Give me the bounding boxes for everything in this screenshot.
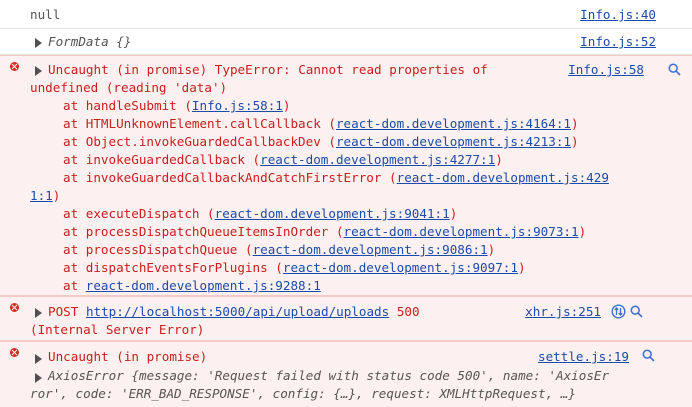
stack-frame-source-link[interactable]: react-dom.development.js:9288:1: [86, 278, 321, 293]
expand-toggle[interactable]: [35, 62, 47, 80]
stack-frame-function: at: [63, 278, 86, 293]
stack-frame-source-link[interactable]: 1:1: [30, 188, 53, 203]
expand-triangle-icon: [35, 373, 42, 383]
console-row-error-network: POST http://localhost:5000/api/upload/up…: [0, 296, 692, 341]
stack-frame-close: ): [571, 116, 579, 131]
stack-frame: at HTMLUnknownElement.callCallback (reac…: [63, 115, 579, 133]
expand-toggle[interactable]: [35, 34, 47, 52]
stack-frame-function: at invokeGuardedCallbackAndCatchFirstErr…: [63, 170, 397, 185]
error-icon: [10, 348, 19, 357]
error-header-line2: undefined (reading 'data'): [30, 80, 228, 95]
source-link[interactable]: settle.js:19: [538, 348, 629, 366]
stack-frame: at executeDispatch (react-dom.developmen…: [63, 205, 457, 223]
stack-frame-close: ): [282, 98, 291, 113]
stack-frame-close: ): [495, 152, 503, 167]
network-status-text: (Internal Server Error): [30, 322, 205, 337]
stack-frame-function: at Object.invokeGuardedCallbackDev (: [63, 134, 336, 149]
source-link[interactable]: Info.js:40: [580, 6, 656, 24]
stack-frame: at invokeGuardedCallbackAndCatchFirstErr…: [63, 169, 609, 187]
stack-frame-close: ): [517, 260, 526, 275]
stack-frame: at react-dom.development.js:9288:1: [63, 277, 321, 295]
expand-triangle-icon: [35, 354, 42, 364]
stack-frame-source-link[interactable]: react-dom.development.js:9041:1: [215, 206, 450, 221]
stack-frame: at processDispatchQueueItemsInOrder (rea…: [63, 223, 586, 241]
error-header-line1: Uncaught (in promise) TypeError: Cannot …: [48, 62, 488, 77]
network-error-line1: POST http://localhost:5000/api/upload/up…: [48, 303, 420, 321]
expand-triangle-icon: [35, 308, 42, 318]
stack-frame-source-link[interactable]: react-dom.development.js:4213:1: [336, 134, 571, 149]
error-icon: [10, 303, 19, 312]
http-status: 500: [396, 304, 420, 319]
stack-frame-function: at handleSubmit (: [63, 98, 192, 113]
stack-frame-close: ): [487, 242, 496, 257]
expand-triangle-icon: [35, 38, 42, 48]
stack-frame-source-link[interactable]: react-dom.development.js:9086:1: [253, 242, 488, 257]
stack-frame-function: at executeDispatch (: [63, 206, 215, 221]
network-request-icon[interactable]: [611, 304, 626, 319]
stack-frame-source-link[interactable]: react-dom.development.js:4277:1: [260, 152, 495, 167]
source-link[interactable]: xhr.js:251: [525, 303, 601, 321]
expand-triangle-icon: [35, 66, 42, 76]
request-url-link[interactable]: http://localhost:5000/api/upload/uploads: [86, 304, 389, 319]
stack-frame-source-link[interactable]: react-dom.development.js:429: [397, 170, 609, 185]
stack-frame-source-link[interactable]: react-dom.development.js:4164:1: [336, 116, 571, 131]
stack-frame-source-link[interactable]: react-dom.development.js:9073:1: [344, 224, 579, 239]
stack-frame-function: at dispatchEventsForPlugins (: [63, 260, 283, 275]
console-row-error-typeerror: Uncaught (in promise) TypeError: Cannot …: [0, 55, 692, 296]
stack-frame-close: ): [52, 188, 61, 203]
stack-frame-source-link[interactable]: react-dom.development.js:9097:1: [283, 260, 518, 275]
source-link[interactable]: Info.js:52: [580, 33, 656, 51]
stack-frame-function: at HTMLUnknownElement.callCallback (: [63, 116, 336, 131]
search-icon[interactable]: [642, 349, 655, 362]
axios-error-object-line1[interactable]: AxiosError {message: 'Request failed wit…: [48, 367, 609, 385]
stack-frame: 1:1): [30, 187, 60, 205]
stack-frame: at handleSubmit (Info.js:58:1): [63, 97, 291, 115]
stack-frame-source-link[interactable]: Info.js:58:1: [192, 98, 283, 113]
source-link[interactable]: Info.js:58: [568, 61, 644, 79]
stack-frame: at invokeGuardedCallback (react-dom.deve…: [63, 151, 503, 169]
http-method: POST: [48, 304, 79, 319]
log-message: null: [30, 7, 61, 22]
axios-error-object-line2[interactable]: ror', code: 'ERR_BAD_RESPONSE', config: …: [30, 385, 576, 403]
error-header: Uncaught (in promise): [48, 349, 208, 364]
console-row-log-formdata: FormData {} Info.js:52: [0, 29, 692, 55]
expand-toggle[interactable]: [35, 350, 47, 368]
stack-frame-close: ): [449, 206, 458, 221]
error-icon: [10, 62, 19, 71]
stack-frame-function: at invokeGuardedCallback (: [63, 152, 261, 167]
stack-frame: at dispatchEventsForPlugins (react-dom.d…: [63, 259, 526, 277]
stack-frame-close: ): [571, 134, 579, 149]
stack-frame-function: at processDispatchQueue (: [63, 242, 253, 257]
search-icon[interactable]: [630, 305, 643, 318]
stack-frame-close: ): [578, 224, 587, 239]
expand-toggle[interactable]: [35, 304, 47, 322]
console-row-error-axios: Uncaught (in promise) settle.js:19 Axios…: [0, 341, 692, 407]
stack-frame: at processDispatchQueue (react-dom.devel…: [63, 241, 495, 259]
search-icon[interactable]: [668, 63, 681, 76]
log-object[interactable]: FormData {}: [48, 33, 131, 51]
stack-frame-function: at processDispatchQueueItemsInOrder (: [63, 224, 344, 239]
stack-frame: at Object.invokeGuardedCallbackDev (reac…: [63, 133, 579, 151]
console-row-log-null: null Info.js:40: [0, 0, 692, 29]
